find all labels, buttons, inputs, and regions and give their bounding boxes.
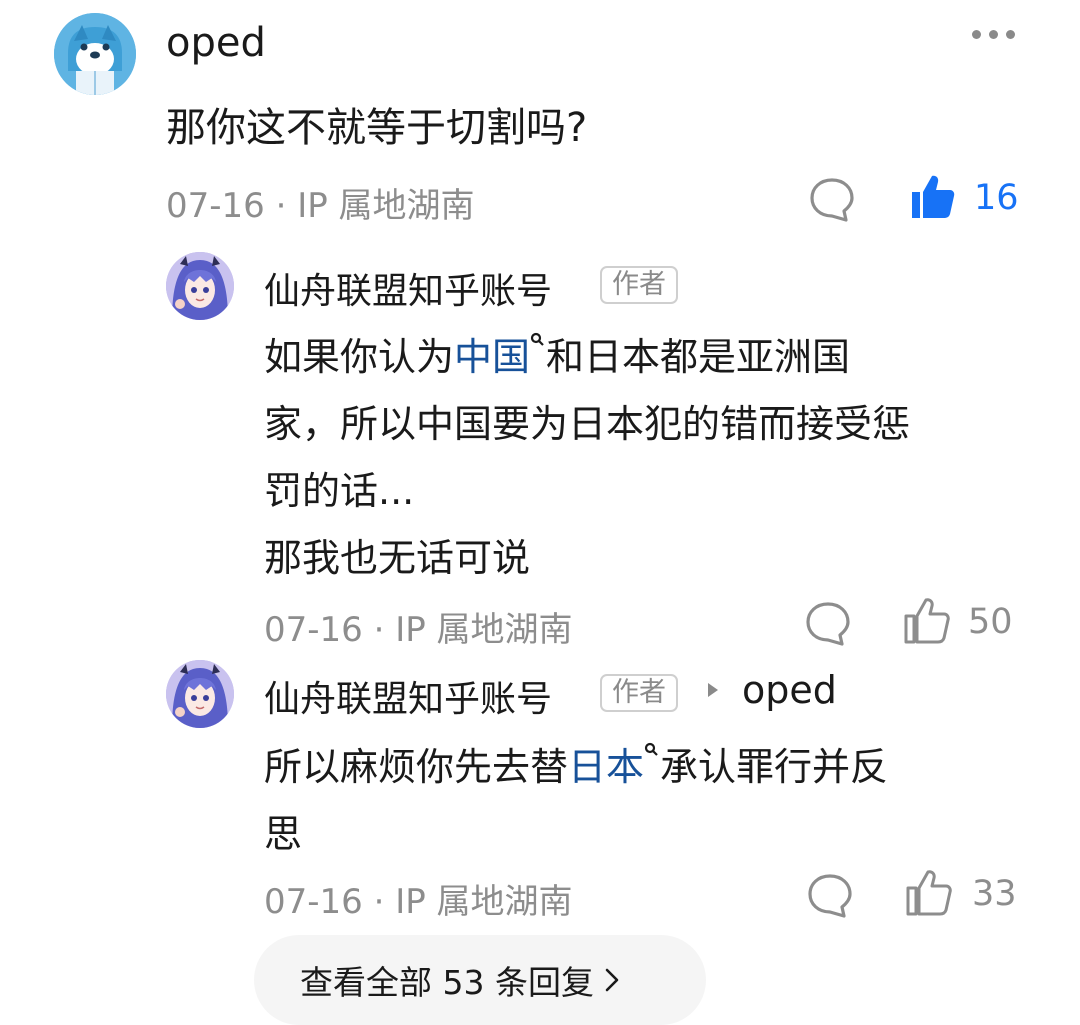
reply-line: 罚的话...: [264, 469, 415, 513]
avatar[interactable]: [166, 660, 234, 728]
comment-icon[interactable]: [806, 872, 854, 924]
comment-icon[interactable]: [804, 600, 852, 652]
text-segment: 所以麻烦你先去替: [264, 745, 569, 789]
like-icon[interactable]: [902, 596, 950, 650]
reply-meta: 07-16 · IP 属地湖南: [264, 882, 573, 922]
reply-line: 所以麻烦你先去替日本 承认罪行并反: [264, 734, 1044, 801]
like-count: 33: [972, 874, 1017, 914]
topic-link[interactable]: 日本: [568, 745, 644, 789]
triangle-right-icon: [708, 683, 718, 697]
reply-text: 如果你认为中国 和日本都是亚洲国 家，所以中国要为日本犯的错而接受惩 罚的话...…: [264, 324, 1044, 592]
search-icon[interactable]: [530, 332, 546, 354]
like-icon[interactable]: [904, 868, 952, 922]
reply-line: 家，所以中国要为日本犯的错而接受惩: [264, 402, 911, 446]
reply-username[interactable]: 仙舟联盟知乎账号: [264, 262, 552, 314]
comment-icon[interactable]: [808, 176, 856, 228]
text-segment: 如果你认为: [264, 335, 455, 379]
reply-line: 思: [264, 812, 303, 856]
view-all-label: 查看全部 53 条回复: [300, 963, 594, 1002]
chevron-right-icon: [605, 968, 619, 992]
reply-line: 那我也无话可说: [264, 536, 531, 580]
like-icon[interactable]: [908, 172, 956, 226]
author-badge: 作者: [600, 674, 678, 712]
author-badge: 作者: [600, 266, 678, 304]
reply-text: 所以麻烦你先去替日本 承认罪行并反 思: [264, 734, 1044, 868]
topic-link[interactable]: 中国: [454, 335, 530, 379]
search-icon[interactable]: [644, 742, 660, 764]
text-segment: 和日本都是亚洲国: [546, 335, 851, 379]
like-count: 50: [968, 602, 1013, 642]
like-count: 16: [974, 178, 1019, 218]
reply-meta: 07-16 · IP 属地湖南: [264, 610, 573, 650]
comment-meta: 07-16 · IP 属地湖南: [166, 186, 475, 226]
more-icon[interactable]: [972, 24, 1024, 54]
reply-username[interactable]: 仙舟联盟知乎账号: [264, 670, 552, 722]
avatar[interactable]: [54, 13, 136, 95]
view-all-replies-button[interactable]: 查看全部 53 条回复: [254, 935, 706, 1025]
reply-line: 如果你认为中国 和日本都是亚洲国: [264, 324, 1044, 391]
avatar[interactable]: [166, 252, 234, 320]
text-segment: 承认罪行并反: [660, 745, 889, 789]
comment-username[interactable]: oped: [166, 20, 266, 66]
comment-text: 那你这不就等于切割吗?: [166, 105, 588, 151]
reply-to-username[interactable]: oped: [742, 668, 837, 712]
